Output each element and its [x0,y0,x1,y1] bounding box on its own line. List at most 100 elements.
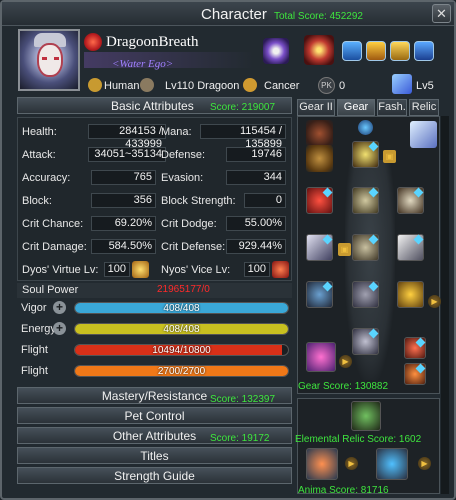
weapon-slot[interactable] [306,234,333,261]
portrait-eye-left [42,57,47,60]
energy-add-button[interactable]: + [53,322,66,335]
nyos-vice-icon[interactable] [272,261,289,278]
basic-attributes-label: Basic Attributes [111,99,194,113]
energy-bar: 408/408 [74,323,289,335]
elemental-relic-slot[interactable] [351,401,381,431]
helmet-wing-slot[interactable] [306,120,333,147]
flight-row-1: Flight 10494/10800 [17,341,292,360]
crit-defense-label: Crit Defense: [161,241,226,253]
attack-value: 34051~35134 [88,147,166,162]
energy-value: 408/408 [163,324,200,335]
dyos-virtue-icon[interactable] [132,261,149,278]
strength-guide-header[interactable]: Strength Guide [17,467,292,484]
charm-slot-1[interactable] [404,337,426,359]
crit-dodge-label: Crit Dodge: [161,218,217,230]
mana-label: Mana: [161,126,192,138]
weapon-upgrade-icon[interactable]: ▣ [338,243,351,256]
tab-relic[interactable]: Relic [409,99,439,116]
class-symbol-icon [140,78,154,92]
tab-fashion[interactable]: Fash. [377,99,407,116]
vigor-bar: 408/408 [74,302,289,314]
block-strength-value: 0 [244,193,286,208]
titles-header[interactable]: Titles [17,447,292,464]
vigor-label: Vigor [21,302,47,314]
cape-slot[interactable] [410,121,437,148]
head-orb-slot[interactable] [358,120,373,135]
crit-defense-value: 929.44% [226,239,286,254]
offhand-slot[interactable] [397,234,424,261]
wings-arrow-icon[interactable]: ▶ [339,355,352,368]
ring-right-slot[interactable] [397,281,424,308]
necklace-slot[interactable] [306,187,333,214]
zodiac-cancer-icon [243,78,257,92]
close-button[interactable]: ✕ [432,4,451,23]
crown-slot[interactable] [352,141,379,168]
pk-value: 0 [339,80,346,92]
gear-panel-scrollbar[interactable] [441,116,449,494]
evasion-label: Evasion: [161,172,204,184]
gem-icon [368,141,379,152]
gear-score: Gear Score: 130882 [298,381,389,392]
anima-arrow-2-icon[interactable]: ▶ [418,457,431,470]
crit-chance-value: 69.20% [91,216,156,231]
window-title: Character [201,6,267,23]
dyos-virtue-label: Dyos' Virtue Lv: [22,264,99,276]
gem-icon [413,234,424,245]
flight-label-2: Flight [21,365,48,377]
trophy-badge-icon[interactable] [390,41,410,61]
block-label: Block: [22,195,52,207]
other-attributes-score: Score: 19172 [210,433,270,444]
crit-damage-value: 584.50% [91,239,156,254]
title-bar[interactable]: Character Total Score: 452292 ✕ [2,2,454,26]
vigor-add-button[interactable]: + [53,301,66,314]
rank-level: Lv5 [416,80,434,92]
basic-attributes-score: Score: 219007 [210,102,276,113]
gem-icon [322,234,333,245]
basic-attributes-header[interactable]: Basic Attributes Score: 219007 [17,97,292,114]
defense-value: 19746 [226,147,286,162]
portrait-face [37,43,63,77]
rank-medal-icon[interactable] [263,38,289,64]
wings-slot[interactable] [306,342,336,372]
wings-badge-icon[interactable] [342,41,362,61]
race-label: Human [104,80,140,92]
armor-slot[interactable] [352,187,379,214]
total-score: Total Score: 452292 [274,11,363,22]
stats-panel: Health: 284153 / 433999 Mana: 115454 / 1… [17,117,292,281]
tab-gear-ii[interactable]: Gear II [297,99,335,116]
crown-upgrade-icon[interactable]: ▣ [383,150,396,163]
star-badge-icon[interactable] [366,41,386,61]
mastery-resistance-header[interactable]: Mastery/Resistance Score: 132397 [17,387,292,405]
belt-slot[interactable] [352,281,379,308]
character-name: DragoonBreath [106,34,199,50]
leggings-slot[interactable] [352,234,379,261]
anima-slot-1[interactable] [306,448,338,480]
block-value: 356 [91,193,156,208]
accuracy-value: 765 [91,170,156,185]
mastery-resistance-score: Score: 132397 [210,394,276,405]
strength-guide-label: Strength Guide [114,469,195,483]
mask-slot[interactable] [306,145,333,172]
anima-slot-2[interactable] [376,448,408,480]
shoulder-slot[interactable] [397,187,424,214]
gem-icon [368,328,379,339]
guild-emblem-icon[interactable] [84,33,102,51]
soul-power-label: Soul Power [22,284,79,296]
boots-slot[interactable] [352,328,379,355]
pet-control-header[interactable]: Pet Control [17,407,292,424]
crown-shield-icon[interactable] [304,35,334,65]
soul-power-value: 21965177/0 [157,284,210,295]
tab-gear[interactable]: Gear [337,99,375,116]
other-attributes-header[interactable]: Other Attributes Score: 19172 [17,427,292,444]
block-strength-label: Block Strength: [161,195,236,207]
energy-row: Energy + 408/408 [17,320,292,339]
next-arrow-icon[interactable]: ▶ [428,295,441,308]
crit-dodge-value: 55.00% [226,216,286,231]
health-value: 284153 / 433999 [88,124,166,150]
ring-left-slot[interactable] [306,281,333,308]
anima-arrow-1-icon[interactable]: ▶ [345,457,358,470]
rune-badge-icon[interactable] [414,41,434,61]
dyos-virtue-value: 100 [104,262,130,277]
anima-score: Anima Score: 81716 [298,485,389,496]
charm-slot-2[interactable] [404,363,426,385]
